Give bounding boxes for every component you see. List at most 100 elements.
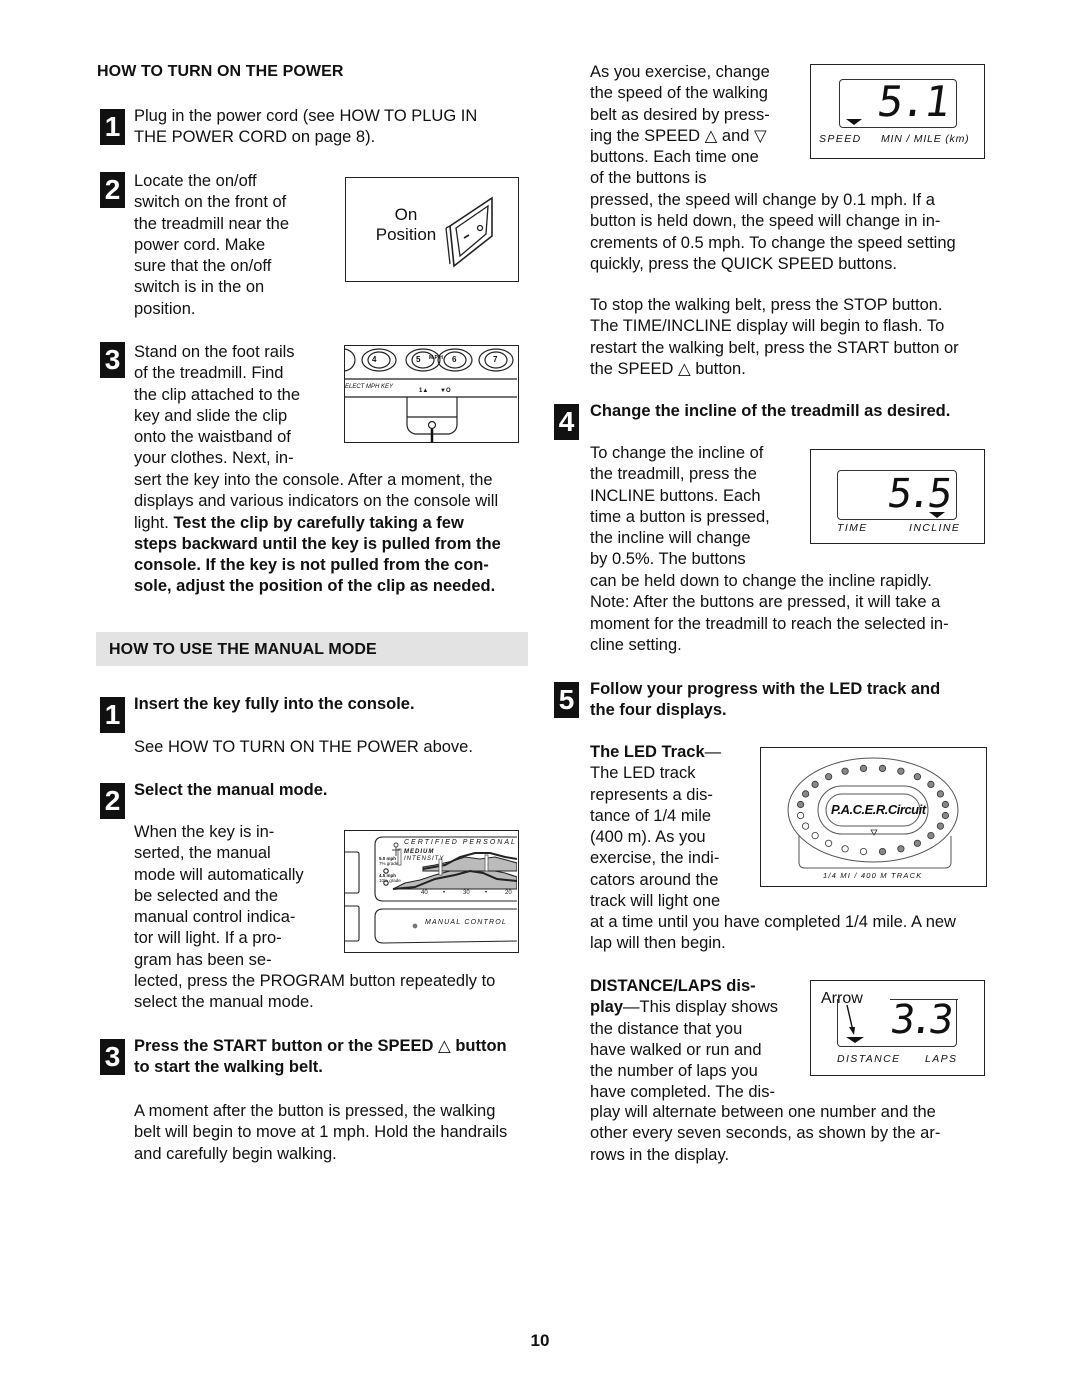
mph-key-5: 5 bbox=[416, 355, 421, 364]
medium-label: MEDIUM bbox=[404, 849, 435, 855]
distance-label: DISTANCE bbox=[837, 1053, 901, 1065]
incline-value: 5.5 bbox=[884, 471, 952, 517]
step4-title: Change the incline of the treadmill as d… bbox=[590, 402, 951, 420]
manual-step-number-2: 2 bbox=[100, 783, 125, 819]
manual-step1-text: See HOW TO TURN ON THE POWER above. bbox=[134, 738, 473, 756]
led-indicator-lit bbox=[878, 848, 887, 856]
step5-title: Follow your progress with the LED track … bbox=[590, 680, 941, 720]
led-indicator-lit bbox=[801, 790, 810, 798]
incline-display-figure: 5.5 TIME INCLINE bbox=[810, 449, 985, 544]
section-heading-bar-manual: HOW TO USE THE MANUAL MODE bbox=[96, 632, 528, 666]
manual-step3-title: Press the START button or the SPEED △ bu… bbox=[134, 1037, 507, 1077]
rocker-switch-icon bbox=[445, 196, 493, 268]
led-indicator-lit bbox=[859, 764, 868, 772]
distance-value: 3.3 bbox=[887, 997, 952, 1043]
axis-tick-40: 40 bbox=[421, 890, 428, 896]
incline-lcd-window: 5.5 bbox=[837, 470, 957, 520]
axis-tick-dot-1: • bbox=[443, 890, 446, 896]
section-heading-manual: HOW TO USE THE MANUAL MODE bbox=[109, 641, 377, 658]
manual-control-label: MANUAL CONTROL bbox=[425, 919, 508, 926]
led-track-text: The LED Track— The LED track represents … bbox=[590, 743, 722, 911]
step4-wide-text: can be held down to change the incline r… bbox=[590, 572, 949, 654]
mph-key-7: 7 bbox=[493, 355, 498, 364]
manual-step3-text: A moment after the button is pressed, th… bbox=[134, 1102, 508, 1163]
certified-personal-label: CERTIFIED PERSONAL bbox=[404, 839, 517, 846]
led-indicator-lit bbox=[913, 773, 921, 781]
step-number-4: 4 bbox=[554, 404, 579, 440]
distance-indicator-arrow-icon bbox=[846, 1037, 864, 1043]
distance-display-figure: 3.3 Arrow DISTANCE LAPS bbox=[810, 980, 985, 1076]
step-number-2: 2 bbox=[100, 172, 125, 208]
manual-step-number-3: 3 bbox=[100, 1039, 125, 1075]
power-step3-narrow-text: Stand on the foot rails of the treadmill… bbox=[134, 343, 301, 468]
incline-label: INCLINE bbox=[909, 522, 961, 534]
axis-tick-30: 30 bbox=[463, 890, 470, 896]
step-number-5: 5 bbox=[554, 682, 579, 718]
manual-step1-title: Insert the key fully into the console. bbox=[134, 695, 415, 713]
step4-narrow-text: To change the incline of the treadmill, … bbox=[590, 444, 770, 569]
track-caption: 1/4 MI / 400 M TRACK bbox=[823, 871, 923, 880]
manual-step2-title: Select the manual mode. bbox=[134, 781, 328, 799]
led-indicator-lit bbox=[941, 811, 949, 820]
indicator-label-down: ▼O bbox=[440, 388, 451, 394]
mph-label: M P H bbox=[429, 355, 443, 361]
stop-paragraph: To stop the walking belt, press the STOP… bbox=[590, 296, 959, 378]
speed-lcd-window: 5.1 bbox=[839, 77, 957, 128]
indicator-label-up: 1▲ bbox=[419, 388, 429, 394]
led-track-wide-text: at a time until you have completed 1/4 m… bbox=[590, 913, 956, 953]
speed-narrow-text: As you exercise, change the speed of the… bbox=[590, 63, 770, 188]
incline-indicator-arrow-icon bbox=[929, 512, 945, 518]
speed-wide-text: pressed, the speed will change by 0.1 mp… bbox=[590, 191, 956, 273]
mph-key-4: 4 bbox=[372, 355, 377, 364]
laps-label: LAPS bbox=[925, 1053, 958, 1065]
speed-label: SPEED bbox=[819, 133, 862, 145]
led-indicator-unlit bbox=[801, 822, 810, 830]
led-track-figure: P.A.C.E.R.Circuit 1/4 MI / 400 M TRACK bbox=[760, 747, 987, 887]
speed-indicator-arrow-icon bbox=[846, 119, 862, 125]
led-indicator-unlit bbox=[825, 839, 833, 847]
min-mile-label: MIN / MILE (km) bbox=[881, 133, 970, 145]
page-number: 10 bbox=[530, 1331, 550, 1350]
led-indicator-lit bbox=[936, 822, 944, 830]
power-step1-text: Plug in the power cord (see HOW TO PLUG … bbox=[134, 107, 478, 147]
led-indicator-lit bbox=[936, 790, 944, 798]
led-indicator-lit bbox=[913, 839, 921, 847]
led-indicator-lit bbox=[897, 845, 905, 853]
led-indicator-lit bbox=[927, 780, 935, 789]
on-position-label: On Position bbox=[375, 205, 437, 244]
select-mph-key-label: ELECT MPH KEY bbox=[345, 384, 394, 390]
manual-step2-wide-text: lected, press the PROGRAM button repeate… bbox=[134, 972, 496, 1012]
led-indicator-lit bbox=[811, 780, 819, 789]
led-indicator-lit bbox=[825, 773, 833, 781]
manual-step-number-1: 1 bbox=[100, 697, 125, 733]
led-indicator-lit bbox=[796, 800, 805, 809]
distance-laps-title: DISTANCE/LAPS dis- bbox=[590, 977, 756, 995]
step-number-3: 3 bbox=[100, 342, 125, 378]
power-step2-text: Locate the on/off switch on the front of… bbox=[134, 172, 290, 318]
led-track-title: The LED Track bbox=[590, 743, 705, 761]
power-step3-wide-text: sert the key into the console. After a m… bbox=[134, 471, 501, 596]
time-label: TIME bbox=[837, 522, 868, 534]
led-indicator-lit bbox=[897, 767, 905, 775]
led-indicator-unlit bbox=[841, 845, 849, 853]
distance-laps-text: DISTANCE/LAPS dis- play—This display sho… bbox=[590, 977, 779, 1102]
speed-value: 5.1 bbox=[874, 77, 952, 126]
key-clip-figure: 4 5 M P H 6 7 ELECT MPH KEY 1▲ ▼O bbox=[344, 345, 519, 443]
speed-grade-label-1: 5.0 mph 7% grade bbox=[379, 856, 399, 866]
pointer-arrow-icon bbox=[846, 1005, 855, 1035]
section-heading-power: HOW TO TURN ON THE POWER bbox=[97, 63, 344, 80]
led-indicator-lit bbox=[841, 767, 849, 775]
pacer-circuit-logo: P.A.C.E.R.Circuit bbox=[831, 802, 926, 817]
mph-key-6: 6 bbox=[452, 355, 457, 364]
intensity-label: INTENSITY bbox=[404, 856, 445, 862]
led-indicator-lit bbox=[878, 764, 887, 772]
led-indicator-unlit bbox=[811, 832, 819, 840]
axis-tick-20: 20 bbox=[505, 890, 512, 896]
step-number-1: 1 bbox=[100, 109, 125, 145]
led-indicator-lit bbox=[941, 800, 949, 809]
led-indicator-unlit bbox=[796, 811, 805, 820]
manual-step2-narrow-text: When the key is in- serted, the manual m… bbox=[134, 823, 304, 969]
led-indicator-lit bbox=[927, 832, 935, 840]
speed-grade-label-2: 4.5 mph 10% grade bbox=[379, 873, 401, 883]
axis-tick-dot-2: • bbox=[485, 890, 488, 896]
